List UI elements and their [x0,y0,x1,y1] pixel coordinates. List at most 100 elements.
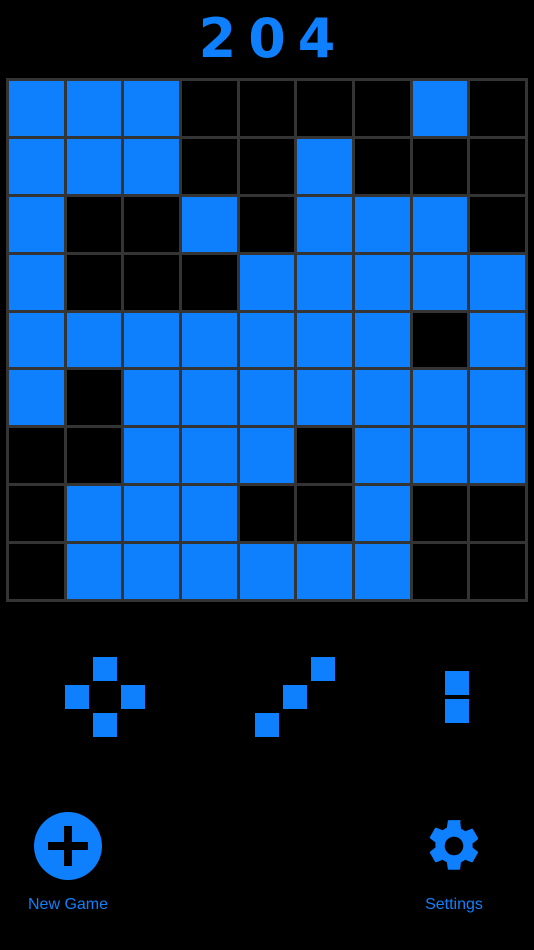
board-cell-empty[interactable] [9,544,64,599]
board-cell-filled[interactable] [182,486,237,542]
board-cell-filled[interactable] [9,81,64,136]
board-cell-filled[interactable] [297,312,352,368]
board-cell-empty[interactable] [124,196,179,252]
board-cell-filled[interactable] [239,544,295,599]
vertical-domino-piece[interactable] [445,671,469,723]
board-cell-filled[interactable] [239,254,295,310]
board-cell-empty[interactable] [66,196,122,252]
board-cell-filled[interactable] [355,370,410,426]
piece-cell-filled [93,713,117,737]
board-cell-empty[interactable] [66,254,122,310]
board-cell-empty[interactable] [124,254,179,310]
game-screen: 204 New Game Settings [0,0,534,950]
board-cell-empty[interactable] [9,486,64,542]
board-cell-filled[interactable] [124,428,179,484]
piece-cell-empty [65,713,89,737]
board-cell-filled[interactable] [182,312,237,368]
board-cell-empty[interactable] [66,370,122,426]
board-cell-filled[interactable] [297,138,352,194]
board-cell-filled[interactable] [124,544,179,599]
piece-cell-filled [65,685,89,709]
board-cell-filled[interactable] [66,81,122,136]
piece-cell-filled [445,671,469,695]
board-cell-filled[interactable] [124,138,179,194]
board-cell-empty[interactable] [355,138,410,194]
board-cell-filled[interactable] [412,370,468,426]
board-cell-filled[interactable] [355,428,410,484]
piece-cell-empty [283,657,307,681]
board-cell-filled[interactable] [182,370,237,426]
board-cell-empty[interactable] [412,138,468,194]
board-cell-filled[interactable] [66,544,122,599]
board-cell-empty[interactable] [66,428,122,484]
board-cell-empty[interactable] [239,486,295,542]
game-board[interactable] [6,78,528,602]
board-cell-empty[interactable] [355,81,410,136]
board-cell-filled[interactable] [355,312,410,368]
board-cell-filled[interactable] [9,370,64,426]
board-cell-filled[interactable] [470,312,525,368]
board-cell-empty[interactable] [182,81,237,136]
board-cell-filled[interactable] [182,196,237,252]
board-cell-filled[interactable] [355,196,410,252]
board-cell-empty[interactable] [239,138,295,194]
board-cell-filled[interactable] [470,428,525,484]
piece-cell-filled [445,699,469,723]
board-cell-filled[interactable] [66,138,122,194]
board-cell-filled[interactable] [182,544,237,599]
board-cell-empty[interactable] [470,138,525,194]
board-cell-empty[interactable] [412,486,468,542]
board-cell-filled[interactable] [470,370,525,426]
settings-button[interactable]: Settings [418,810,490,914]
diamond-piece[interactable] [65,657,145,737]
piece-cell-empty [121,657,145,681]
board-cell-empty[interactable] [9,428,64,484]
board-cell-filled[interactable] [297,544,352,599]
board-cell-empty[interactable] [470,544,525,599]
board-cell-filled[interactable] [297,370,352,426]
board-cell-empty[interactable] [297,486,352,542]
board-cell-filled[interactable] [9,312,64,368]
board-cell-filled[interactable] [9,138,64,194]
piece-cell-filled [311,657,335,681]
board-cell-filled[interactable] [297,254,352,310]
piece-tray [0,602,534,792]
board-cell-filled[interactable] [239,370,295,426]
gear-icon [418,810,490,882]
board-cell-filled[interactable] [124,312,179,368]
new-game-button[interactable]: New Game [28,810,108,914]
board-cell-filled[interactable] [412,428,468,484]
board-cell-filled[interactable] [412,81,468,136]
board-cell-empty[interactable] [470,196,525,252]
board-cell-filled[interactable] [124,486,179,542]
board-cell-filled[interactable] [470,254,525,310]
board-cell-empty[interactable] [297,81,352,136]
board-cell-filled[interactable] [182,428,237,484]
board-cell-empty[interactable] [412,312,468,368]
board-cell-filled[interactable] [124,81,179,136]
board-cell-filled[interactable] [412,196,468,252]
board-cell-empty[interactable] [239,196,295,252]
board-cell-empty[interactable] [470,486,525,542]
board-cell-empty[interactable] [297,428,352,484]
board-cell-empty[interactable] [182,254,237,310]
board-cell-empty[interactable] [182,138,237,194]
board-cell-filled[interactable] [124,370,179,426]
board-cell-filled[interactable] [412,254,468,310]
board-cell-filled[interactable] [239,428,295,484]
board-cell-filled[interactable] [66,312,122,368]
board-cell-empty[interactable] [412,544,468,599]
board-cell-empty[interactable] [239,81,295,136]
board-cell-empty[interactable] [470,81,525,136]
board-cell-filled[interactable] [355,254,410,310]
board-cell-filled[interactable] [355,486,410,542]
board-cell-filled[interactable] [66,486,122,542]
board-cell-filled[interactable] [297,196,352,252]
piece-cell-empty [121,713,145,737]
board-cell-filled[interactable] [9,196,64,252]
board-cell-filled[interactable] [9,254,64,310]
board-cell-filled[interactable] [239,312,295,368]
board-cell-filled[interactable] [355,544,410,599]
diagonal-piece[interactable] [255,657,335,737]
piece-cell-empty [93,685,117,709]
